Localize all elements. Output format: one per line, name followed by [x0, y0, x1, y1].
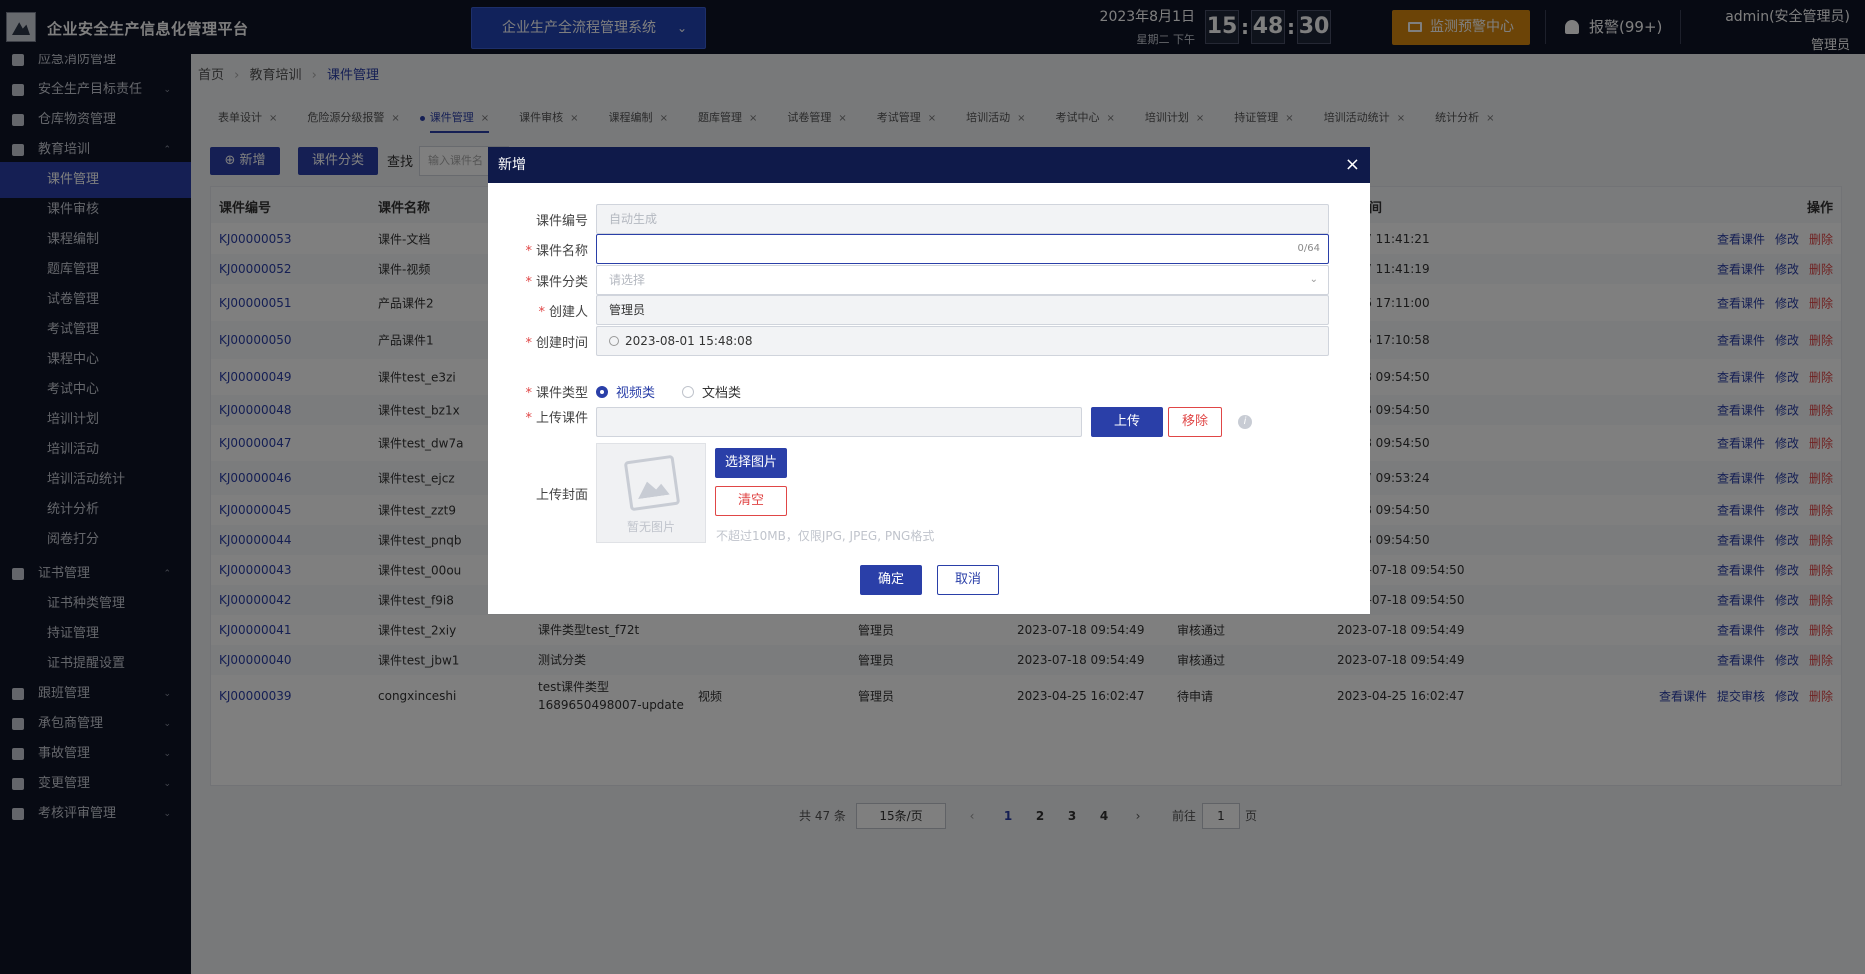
- creator-field: 管理员: [596, 295, 1329, 325]
- image-placeholder-icon: [623, 454, 681, 512]
- remove-button[interactable]: 移除: [1168, 407, 1222, 437]
- ctime-label-text: 创建时间: [535, 336, 588, 351]
- category-placeholder: 请选择: [609, 273, 646, 287]
- char-counter: 0/64: [1297, 243, 1320, 254]
- creator-label: * 创建人: [488, 301, 588, 320]
- info-icon[interactable]: i: [1238, 415, 1252, 429]
- category-label-text: 课件分类: [535, 275, 588, 290]
- required-mark: *: [538, 305, 545, 320]
- ctime-value: 2023-08-01 15:48:08: [625, 334, 753, 348]
- upload-label-text: 上传课件: [535, 411, 588, 426]
- type-label-text: 课件类型: [535, 386, 588, 401]
- ctime-field: 2023-08-01 15:48:08: [596, 326, 1329, 356]
- add-courseware-dialog: 新增 × 课件编号 自动生成 * 课件名称 0/64 * 课件分类 请选择 ⌄ * 创建…: [488, 147, 1370, 614]
- upload-button[interactable]: 上传: [1091, 407, 1163, 437]
- category-select[interactable]: 请选择 ⌄: [596, 265, 1329, 295]
- close-icon[interactable]: ×: [1345, 147, 1360, 183]
- radio-video[interactable]: 视频类: [596, 382, 655, 401]
- clear-button[interactable]: 清空: [715, 486, 787, 516]
- name-label: * 课件名称: [488, 240, 588, 259]
- choose-image-button[interactable]: 选择图片: [715, 448, 787, 478]
- required-mark: *: [525, 244, 532, 259]
- radio-checked-icon: [596, 386, 608, 398]
- cover-preview: 暂无图片: [596, 443, 706, 543]
- upload-hint: 不超过10MB，仅限JPG, JPEG, PNG格式: [716, 529, 935, 543]
- cancel-button[interactable]: 取消: [937, 565, 999, 595]
- radio-video-label: 视频类: [616, 386, 656, 401]
- required-mark: *: [525, 336, 532, 351]
- clock-icon: [609, 336, 619, 346]
- cover-label: 上传封面: [488, 484, 588, 503]
- category-label: * 课件分类: [488, 271, 588, 290]
- cover-placeholder-text: 暂无图片: [626, 520, 675, 534]
- dialog-title: 新增: [498, 157, 526, 173]
- cover-label-text: 上传封面: [535, 488, 588, 503]
- creator-label-text: 创建人: [548, 305, 588, 320]
- confirm-button[interactable]: 确定: [860, 565, 922, 595]
- radio-document[interactable]: 文档类: [682, 382, 741, 401]
- radio-unchecked-icon: [682, 386, 694, 398]
- ctime-label: * 创建时间: [488, 332, 588, 351]
- upload-label: * 上传课件: [488, 407, 588, 426]
- required-mark: *: [525, 386, 532, 401]
- code-label: 课件编号: [488, 210, 588, 229]
- chevron-down-icon: ⌄: [1309, 274, 1318, 285]
- code-label-text: 课件编号: [535, 214, 588, 229]
- name-input[interactable]: 0/64: [596, 234, 1329, 264]
- required-mark: *: [525, 411, 532, 426]
- radio-document-label: 文档类: [702, 386, 742, 401]
- name-label-text: 课件名称: [535, 244, 588, 259]
- code-field: 自动生成: [596, 204, 1329, 234]
- upload-file-field[interactable]: [596, 407, 1082, 437]
- required-mark: *: [525, 275, 532, 290]
- dialog-header: 新增 ×: [488, 147, 1370, 183]
- type-label: * 课件类型: [488, 382, 588, 401]
